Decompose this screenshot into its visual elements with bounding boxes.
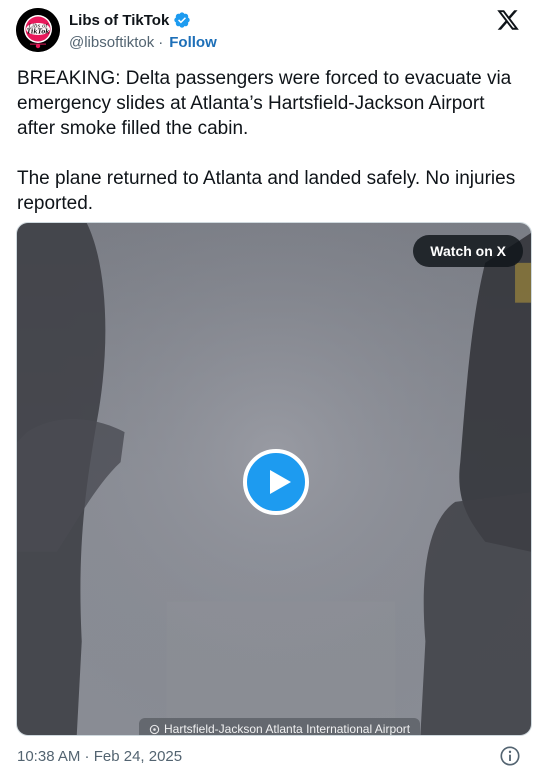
location-pin-icon — [149, 724, 160, 734]
follow-button[interactable]: Follow — [169, 34, 217, 51]
avatar-logo-line-2: TikTok — [27, 29, 50, 36]
tweet-card: Libs of TikTok Libs of TikTok @libsoftik… — [0, 0, 533, 775]
location-label: Hartsfield-Jackson Atlanta International… — [164, 722, 411, 736]
author-info: Libs of TikTok @libsoftiktok · Follow — [69, 10, 217, 52]
avatar[interactable]: Libs of TikTok — [16, 8, 60, 52]
handle-row: @libsoftiktok · Follow — [69, 32, 217, 52]
watch-on-x-button[interactable]: Watch on X — [413, 235, 523, 267]
tweet-header: Libs of TikTok Libs of TikTok @libsoftik… — [16, 6, 523, 56]
display-name-row: Libs of TikTok — [69, 10, 217, 30]
timestamp[interactable]: 10:38 AM · Feb 24, 2025 — [17, 748, 182, 765]
verified-badge-icon[interactable] — [173, 11, 191, 29]
avatar-logo-icon: Libs of TikTok — [16, 8, 60, 52]
handle[interactable]: @libsoftiktok — [69, 34, 154, 51]
tweet-text: BREAKING: Delta passengers were forced t… — [17, 68, 516, 214]
play-button[interactable] — [243, 449, 309, 515]
display-name[interactable]: Libs of TikTok — [69, 12, 169, 29]
location-tag: Hartsfield-Jackson Atlanta International… — [139, 718, 421, 736]
play-icon — [270, 470, 291, 494]
separator: · — [158, 33, 164, 51]
info-icon[interactable] — [499, 745, 521, 767]
tweet-footer: 10:38 AM · Feb 24, 2025 — [17, 745, 523, 767]
video-player[interactable]: Watch on X Hartsfield-Jackson Atlanta In… — [16, 222, 532, 736]
x-logo-icon[interactable] — [496, 8, 520, 32]
